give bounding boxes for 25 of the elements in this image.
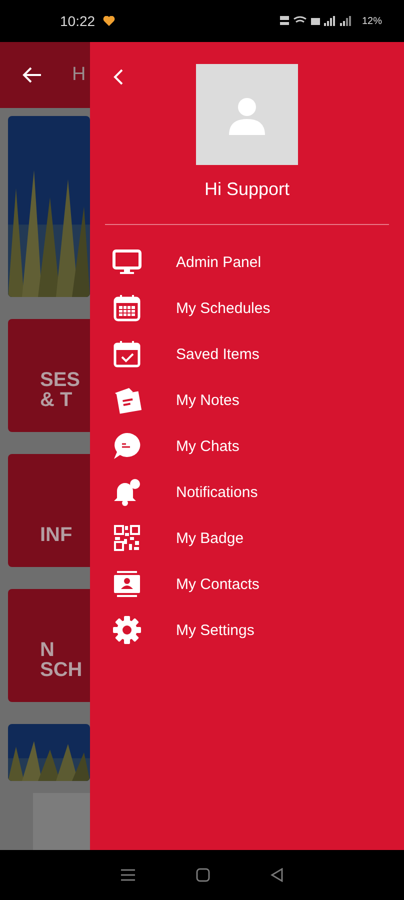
back-arrow-icon[interactable]	[22, 66, 42, 84]
back-triangle-icon[interactable]	[270, 868, 284, 882]
calendar-check-icon	[112, 339, 142, 369]
menu-item[interactable]: Admin Panel	[90, 239, 404, 285]
calendar-icon	[112, 293, 142, 323]
back-chevron-icon[interactable]	[112, 68, 124, 86]
greeting: Hi Support	[204, 179, 290, 200]
tile-label: & T	[40, 390, 72, 410]
page-title: H	[72, 64, 86, 86]
home-square-icon[interactable]	[196, 868, 210, 882]
tile-label: SES	[40, 370, 80, 390]
heart-icon	[103, 16, 116, 26]
bell-icon	[112, 477, 142, 507]
tile-label: SCH	[40, 660, 82, 680]
settings-icon	[112, 615, 142, 645]
menu-icon[interactable]	[120, 868, 136, 882]
signal-icon	[280, 15, 354, 27]
contact-card-icon	[112, 569, 142, 599]
tile-label: N	[40, 640, 54, 660]
tile-label: INF	[40, 525, 72, 545]
clock: 10:22	[60, 13, 96, 29]
battery-level: 12%	[362, 16, 382, 26]
chat-bubble-icon	[112, 431, 142, 461]
monitor-icon	[112, 247, 142, 277]
qr-code-icon	[112, 523, 142, 553]
